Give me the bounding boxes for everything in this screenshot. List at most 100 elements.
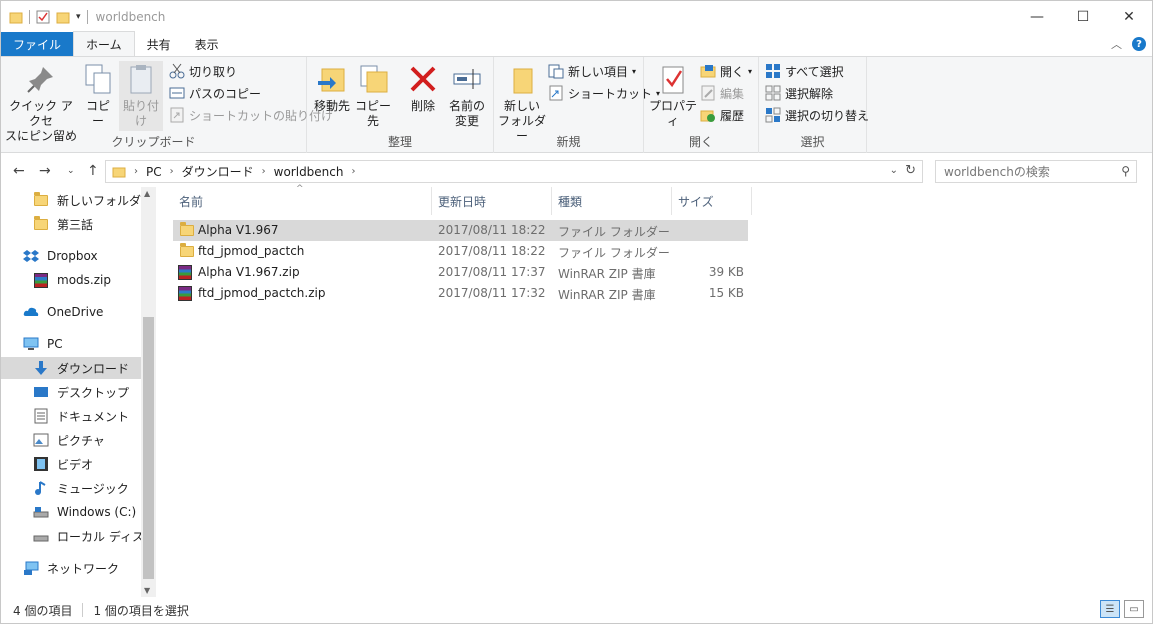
close-button[interactable]: ✕ <box>1106 1 1152 32</box>
breadcrumb-downloads[interactable]: ダウンロード <box>182 163 254 180</box>
divider <box>86 9 88 24</box>
video-icon <box>33 456 49 472</box>
details-view-icon[interactable]: ☰ <box>1100 600 1120 618</box>
copy-to-label: コピー先 <box>354 99 391 128</box>
nav-item-network[interactable]: ネットワーク <box>1 557 141 579</box>
properties-button[interactable]: プロパティ <box>648 63 698 129</box>
breadcrumb-pc[interactable]: PC <box>146 165 162 179</box>
invert-selection-button[interactable]: 選択の切り替え <box>765 105 869 125</box>
drive-icon <box>33 528 49 544</box>
search-icon[interactable]: ⚲ <box>1121 164 1130 178</box>
new-folder-icon <box>506 63 538 95</box>
nav-item-desktop[interactable]: デスクトップ <box>1 381 141 403</box>
address-bar[interactable]: › PC › ダウンロード › worldbench › ⌄ ↻ <box>105 160 923 183</box>
nav-item-pc[interactable]: PC <box>1 333 141 355</box>
nav-item-dropbox[interactable]: Dropbox <box>1 245 141 267</box>
view-switcher: ☰ ▭ <box>1100 600 1144 618</box>
nav-item-videos[interactable]: ビデオ <box>1 453 141 475</box>
properties-label: プロパティ <box>648 99 697 128</box>
column-header-type[interactable]: 種類 <box>552 187 672 215</box>
column-header-name[interactable]: 名前 <box>173 187 432 215</box>
scroll-up-icon[interactable]: ▲ <box>144 189 150 198</box>
copy-button[interactable]: コピー <box>81 63 115 129</box>
nav-scrollbar[interactable]: ▲ ▼ <box>141 187 156 597</box>
tab-home[interactable]: ホーム <box>73 31 135 56</box>
pin-quick-access-button[interactable]: クイック アクセ スにピン留め <box>5 63 77 144</box>
nav-item-new-folder[interactable]: 新しいフォルダー (2 <box>1 189 156 211</box>
search-input[interactable]: worldbenchの検索 ⚲ <box>935 160 1137 183</box>
column-header-size[interactable]: サイズ <box>672 187 752 215</box>
invert-selection-label: 選択の切り替え <box>785 108 870 123</box>
recent-locations-button[interactable]: ⌄ <box>67 166 75 176</box>
cut-button[interactable]: 切り取り <box>169 61 237 81</box>
address-dropdown-icon[interactable]: ⌄ <box>890 165 898 176</box>
maximize-button[interactable]: ☐ <box>1060 1 1106 32</box>
edit-label: 編集 <box>720 86 745 101</box>
properties-icon[interactable] <box>36 10 50 24</box>
breadcrumb-chevron-icon[interactable]: › <box>134 166 138 177</box>
nav-item-label: ネットワーク <box>47 561 120 576</box>
select-none-button[interactable]: 選択解除 <box>765 83 833 103</box>
help-icon[interactable]: ? <box>1132 37 1146 51</box>
pin-icon <box>25 63 57 95</box>
scrollbar-thumb[interactable] <box>143 317 154 579</box>
music-icon <box>33 480 49 496</box>
new-folder-icon[interactable] <box>56 10 70 24</box>
collapse-ribbon-icon[interactable]: ︿ <box>1111 36 1122 52</box>
column-header-label: 種類 <box>558 194 583 209</box>
paste-icon <box>125 63 157 95</box>
customize-qat-icon[interactable]: ▾ <box>76 12 81 22</box>
column-header-modified[interactable]: 更新日時 <box>432 187 552 215</box>
nav-item-downloads[interactable]: ダウンロード <box>1 357 141 379</box>
forward-button[interactable]: → <box>39 163 51 179</box>
open-button[interactable]: 開く ▾ <box>700 61 752 81</box>
nav-item-pictures[interactable]: ピクチャ <box>1 429 141 451</box>
nav-item-episode3[interactable]: 第三話 <box>1 213 141 235</box>
file-row[interactable]: Alpha V1.967.zip 2017/08/11 17:37 WinRAR… <box>173 262 748 283</box>
minimize-button[interactable]: — <box>1014 1 1060 32</box>
nav-item-mods-zip[interactable]: mods.zip <box>1 269 141 291</box>
nav-item-label: Windows (C:) <box>57 505 137 519</box>
breadcrumb-chevron-icon[interactable]: › <box>352 166 356 177</box>
copy-path-button[interactable]: パスのコピー <box>169 83 261 103</box>
back-button[interactable]: ← <box>13 163 25 179</box>
up-button[interactable]: ↑ <box>87 163 99 179</box>
new-item-button[interactable]: 新しい項目 ▾ <box>548 61 636 81</box>
nav-item-label: ダウンロード <box>57 361 130 376</box>
edit-button[interactable]: 編集 <box>700 83 744 103</box>
history-button[interactable]: 履歴 <box>700 105 744 125</box>
file-row[interactable]: ftd_jpmod_pactch 2017/08/11 18:22 ファイル フ… <box>173 241 748 262</box>
nav-item-label: OneDrive <box>47 305 104 319</box>
paste-button[interactable]: 貼り付け <box>119 61 163 131</box>
copy-to-button[interactable]: コピー先 <box>353 63 393 129</box>
tab-view[interactable]: 表示 <box>183 32 231 56</box>
refresh-icon[interactable]: ↻ <box>905 163 916 178</box>
breadcrumb-chevron-icon[interactable]: › <box>262 166 266 177</box>
move-to-button[interactable]: 移動先 <box>313 63 351 114</box>
file-type: ファイル フォルダー <box>558 225 670 239</box>
open-group: プロパティ 開く ▾ 編集 履歴 開く <box>644 57 759 153</box>
rename-button[interactable]: 名前の 変更 <box>447 63 487 129</box>
nav-item-onedrive[interactable]: OneDrive <box>1 301 141 323</box>
large-icons-view-icon[interactable]: ▭ <box>1124 600 1144 618</box>
file-row[interactable]: Alpha V1.967 2017/08/11 18:22 ファイル フォルダー <box>173 220 748 241</box>
breadcrumb-worldbench[interactable]: worldbench <box>274 165 344 179</box>
tab-file[interactable]: ファイル <box>1 32 74 56</box>
dropbox-icon <box>23 248 39 264</box>
tab-share[interactable]: 共有 <box>135 32 183 56</box>
nav-item-drive-d[interactable]: ローカル ディスク (D <box>1 525 156 547</box>
delete-button[interactable]: 削除 <box>407 63 439 114</box>
select-all-button[interactable]: すべて選択 <box>765 61 844 81</box>
file-size: 39 KB <box>708 265 744 279</box>
move-to-label: 移動先 <box>313 99 350 113</box>
scroll-down-icon[interactable]: ▼ <box>144 586 150 595</box>
paste-label: 貼り付け <box>122 99 159 128</box>
new-folder-button[interactable]: 新しい フォルダー <box>498 63 546 144</box>
nav-item-music[interactable]: ミュージック <box>1 477 141 499</box>
nav-item-documents[interactable]: ドキュメント <box>1 405 141 427</box>
select-none-label: 選択解除 <box>785 86 834 101</box>
file-row[interactable]: ftd_jpmod_pactch.zip 2017/08/11 17:32 Wi… <box>173 283 748 304</box>
breadcrumb-chevron-icon[interactable]: › <box>170 166 174 177</box>
nav-item-drive-c[interactable]: Windows (C:) <box>1 501 141 523</box>
window-title: worldbench <box>95 9 166 24</box>
